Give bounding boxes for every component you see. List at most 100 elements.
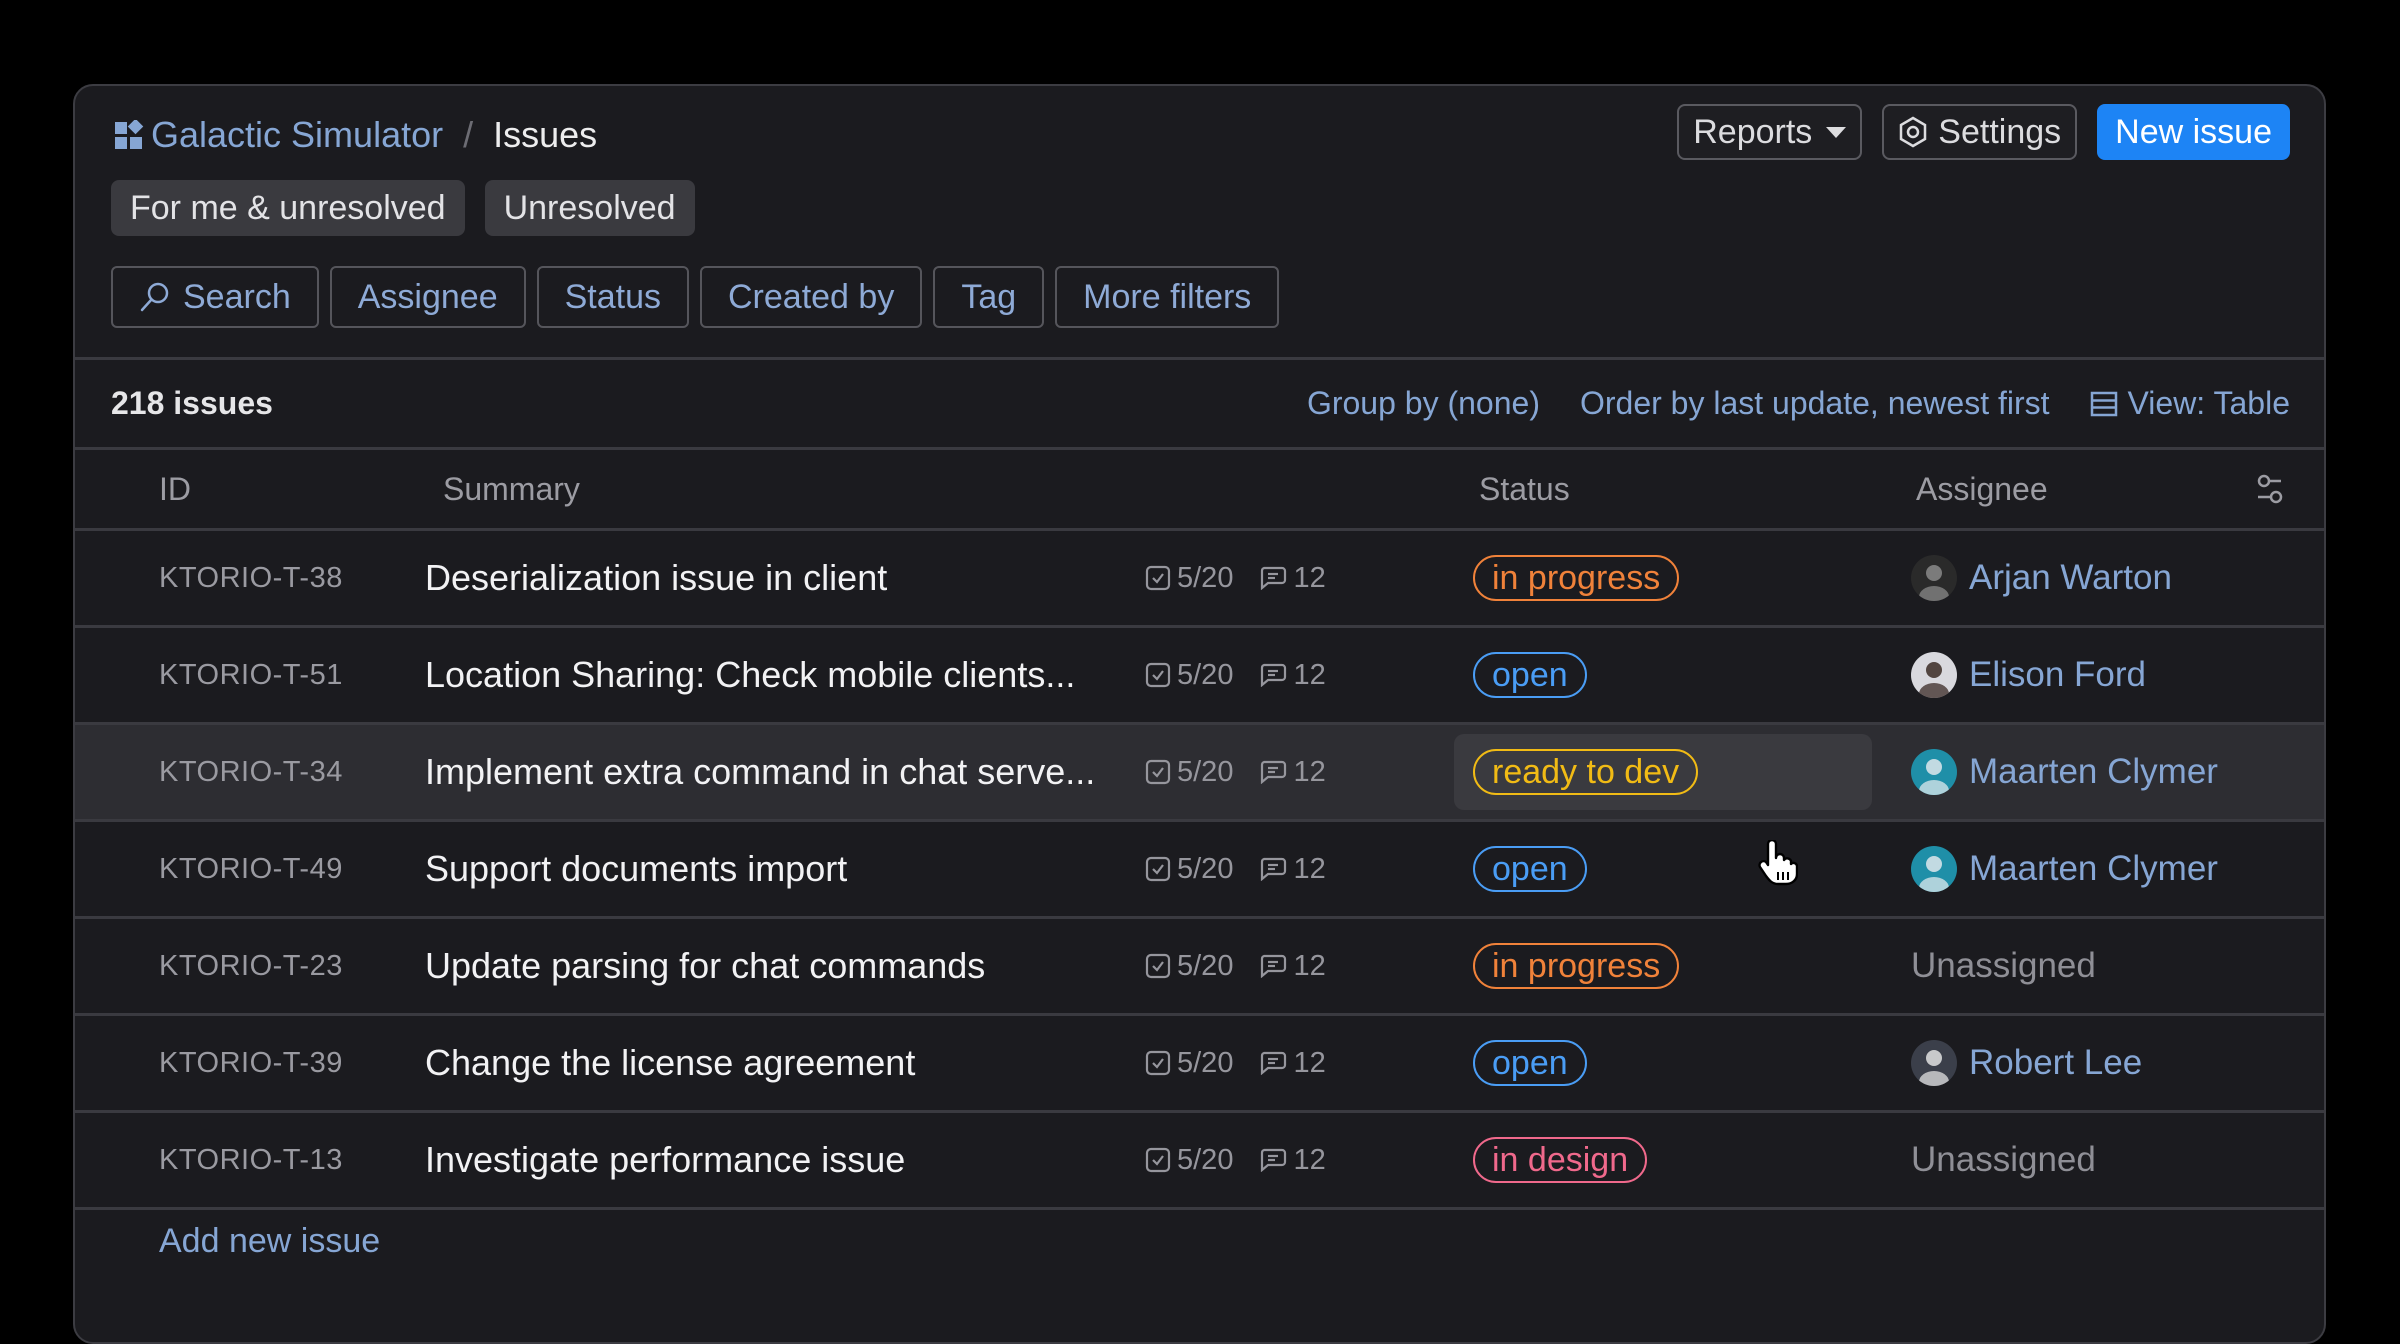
created-by-filter-button[interactable]: Created by [700, 266, 923, 328]
status-cell[interactable]: ready to dev [1454, 734, 1872, 810]
assignee-cell: Unassigned [1911, 919, 2096, 1013]
order-by-button[interactable]: Order by last update, newest first [1580, 385, 2050, 422]
issue-meta: 5/20 12 [1145, 919, 1346, 1013]
group-by-button[interactable]: Group by (none) [1307, 385, 1540, 422]
avatar [1911, 749, 1957, 795]
preset-for-me-unresolved[interactable]: For me & unresolved [111, 180, 465, 236]
comment-value: 12 [1293, 852, 1326, 885]
comment-icon [1261, 1051, 1287, 1075]
issue-summary[interactable]: Location Sharing: Check mobile clients..… [425, 628, 1205, 722]
issue-id[interactable]: KTORIO-T-23 [159, 919, 343, 1013]
table-row[interactable]: KTORIO-T-39 Change the license agreement… [75, 1016, 2324, 1113]
assignee-name[interactable]: Elison Ford [1969, 655, 2146, 695]
checklist-value: 5/20 [1177, 755, 1234, 788]
status-badge[interactable]: open [1473, 846, 1587, 892]
issue-summary[interactable]: Deserialization issue in client [425, 531, 1205, 625]
assignee-cell: Robert Lee [1911, 1016, 2142, 1110]
issue-summary[interactable]: Investigate performance issue [425, 1113, 1205, 1207]
project-logo-icon [115, 120, 144, 149]
avatar [1911, 1040, 1957, 1086]
issue-id[interactable]: KTORIO-T-34 [159, 725, 343, 819]
table-row[interactable]: KTORIO-T-23 Update parsing for chat comm… [75, 919, 2324, 1016]
status-cell[interactable]: open [1454, 1025, 1872, 1101]
assignee-cell: Elison Ford [1911, 628, 2146, 722]
status-badge[interactable]: in progress [1473, 555, 1680, 601]
breadcrumb: Galactic Simulator / Issues [115, 110, 597, 160]
comment-value: 12 [1293, 1143, 1326, 1176]
checklist-progress: 5/20 [1145, 1144, 1233, 1177]
comment-value: 12 [1293, 1046, 1326, 1079]
add-new-issue-link[interactable]: Add new issue [159, 1222, 380, 1261]
checklist-value: 5/20 [1177, 949, 1234, 982]
comment-icon [1261, 566, 1287, 590]
more-filters-button[interactable]: More filters [1055, 266, 1280, 328]
avatar [1911, 652, 1957, 698]
issue-id[interactable]: KTORIO-T-13 [159, 1113, 343, 1207]
status-badge[interactable]: in design [1473, 1137, 1648, 1183]
breadcrumb-project-link[interactable]: Galactic Simulator [151, 114, 443, 156]
column-header-assignee[interactable]: Assignee [1916, 450, 2048, 528]
assignee-name[interactable]: Maarten Clymer [1969, 752, 2218, 792]
assignee-cell: Arjan Warton [1911, 531, 2172, 625]
checklist-value: 5/20 [1177, 1143, 1234, 1176]
issue-summary[interactable]: Support documents import [425, 822, 1205, 916]
saved-search-presets: For me & unresolved Unresolved [111, 180, 695, 236]
checklist-icon [1145, 759, 1171, 785]
assignee-filter-button[interactable]: Assignee [329, 266, 526, 328]
table-row[interactable]: KTORIO-T-13 Investigate performance issu… [75, 1113, 2324, 1210]
status-badge[interactable]: ready to dev [1473, 749, 1699, 795]
table-row[interactable]: KTORIO-T-34 Implement extra command in c… [75, 725, 2324, 822]
status-cell[interactable]: in progress [1454, 928, 1872, 1004]
column-header-status[interactable]: Status [1479, 450, 1570, 528]
table-row[interactable]: KTORIO-T-38 Deserialization issue in cli… [75, 531, 2324, 628]
comment-count: 12 [1259, 852, 1326, 886]
search-filter-button[interactable]: Search [111, 266, 319, 328]
status-badge[interactable]: open [1473, 1040, 1587, 1086]
view-mode-button[interactable]: View: Table [2090, 385, 2290, 422]
status-cell[interactable]: open [1454, 831, 1872, 907]
avatar [1911, 555, 1957, 601]
settings-button[interactable]: Settings [1882, 104, 2078, 160]
comment-icon [1261, 857, 1287, 881]
issue-meta: 5/20 12 [1145, 531, 1346, 625]
column-settings-button[interactable] [2255, 450, 2285, 528]
issue-id[interactable]: KTORIO-T-39 [159, 1016, 343, 1110]
status-filter-button[interactable]: Status [536, 266, 689, 328]
issue-id[interactable]: KTORIO-T-51 [159, 628, 343, 722]
unassigned-label[interactable]: Unassigned [1911, 1140, 2096, 1180]
tag-filter-button[interactable]: Tag [933, 266, 1045, 328]
column-header-id[interactable]: ID [159, 450, 191, 528]
status-badge[interactable]: in progress [1473, 943, 1680, 989]
status-cell[interactable]: in progress [1454, 540, 1872, 616]
reports-dropdown-button[interactable]: Reports [1677, 104, 1863, 160]
preset-unresolved[interactable]: Unresolved [484, 180, 695, 236]
checklist-progress: 5/20 [1145, 659, 1233, 692]
issues-panel: Galactic Simulator / Issues Reports Sett… [73, 84, 2326, 1344]
status-cell[interactable]: open [1454, 637, 1872, 713]
unassigned-label[interactable]: Unassigned [1911, 946, 2096, 986]
assignee-name[interactable]: Robert Lee [1969, 1043, 2142, 1083]
issue-summary[interactable]: Update parsing for chat commands [425, 919, 1205, 1013]
checklist-value: 5/20 [1177, 852, 1234, 885]
assignee-name[interactable]: Arjan Warton [1969, 558, 2172, 598]
avatar [1911, 846, 1957, 892]
column-header-summary[interactable]: Summary [443, 450, 580, 528]
view-mode-label: View: Table [2127, 385, 2290, 421]
page-title: Issues [493, 114, 598, 155]
checklist-value: 5/20 [1177, 561, 1234, 594]
issue-id[interactable]: KTORIO-T-49 [159, 822, 343, 916]
status-cell[interactable]: in design [1454, 1122, 1872, 1198]
issue-count: 218 issues [111, 385, 273, 421]
checklist-icon [1145, 1050, 1171, 1076]
issue-summary[interactable]: Change the license agreement [425, 1016, 1205, 1110]
issue-summary[interactable]: Implement extra command in chat serve... [425, 725, 1205, 819]
table-row[interactable]: KTORIO-T-49 Support documents import 5/2… [75, 822, 2324, 919]
issue-id[interactable]: KTORIO-T-38 [159, 531, 343, 625]
table-row[interactable]: KTORIO-T-51 Location Sharing: Check mobi… [75, 628, 2324, 725]
comment-value: 12 [1293, 949, 1326, 982]
new-issue-button[interactable]: New issue [2097, 104, 2290, 160]
status-badge[interactable]: open [1473, 652, 1587, 698]
assignee-name[interactable]: Maarten Clymer [1969, 849, 2218, 889]
reports-label: Reports [1693, 112, 1813, 151]
checklist-icon [1145, 1147, 1171, 1173]
